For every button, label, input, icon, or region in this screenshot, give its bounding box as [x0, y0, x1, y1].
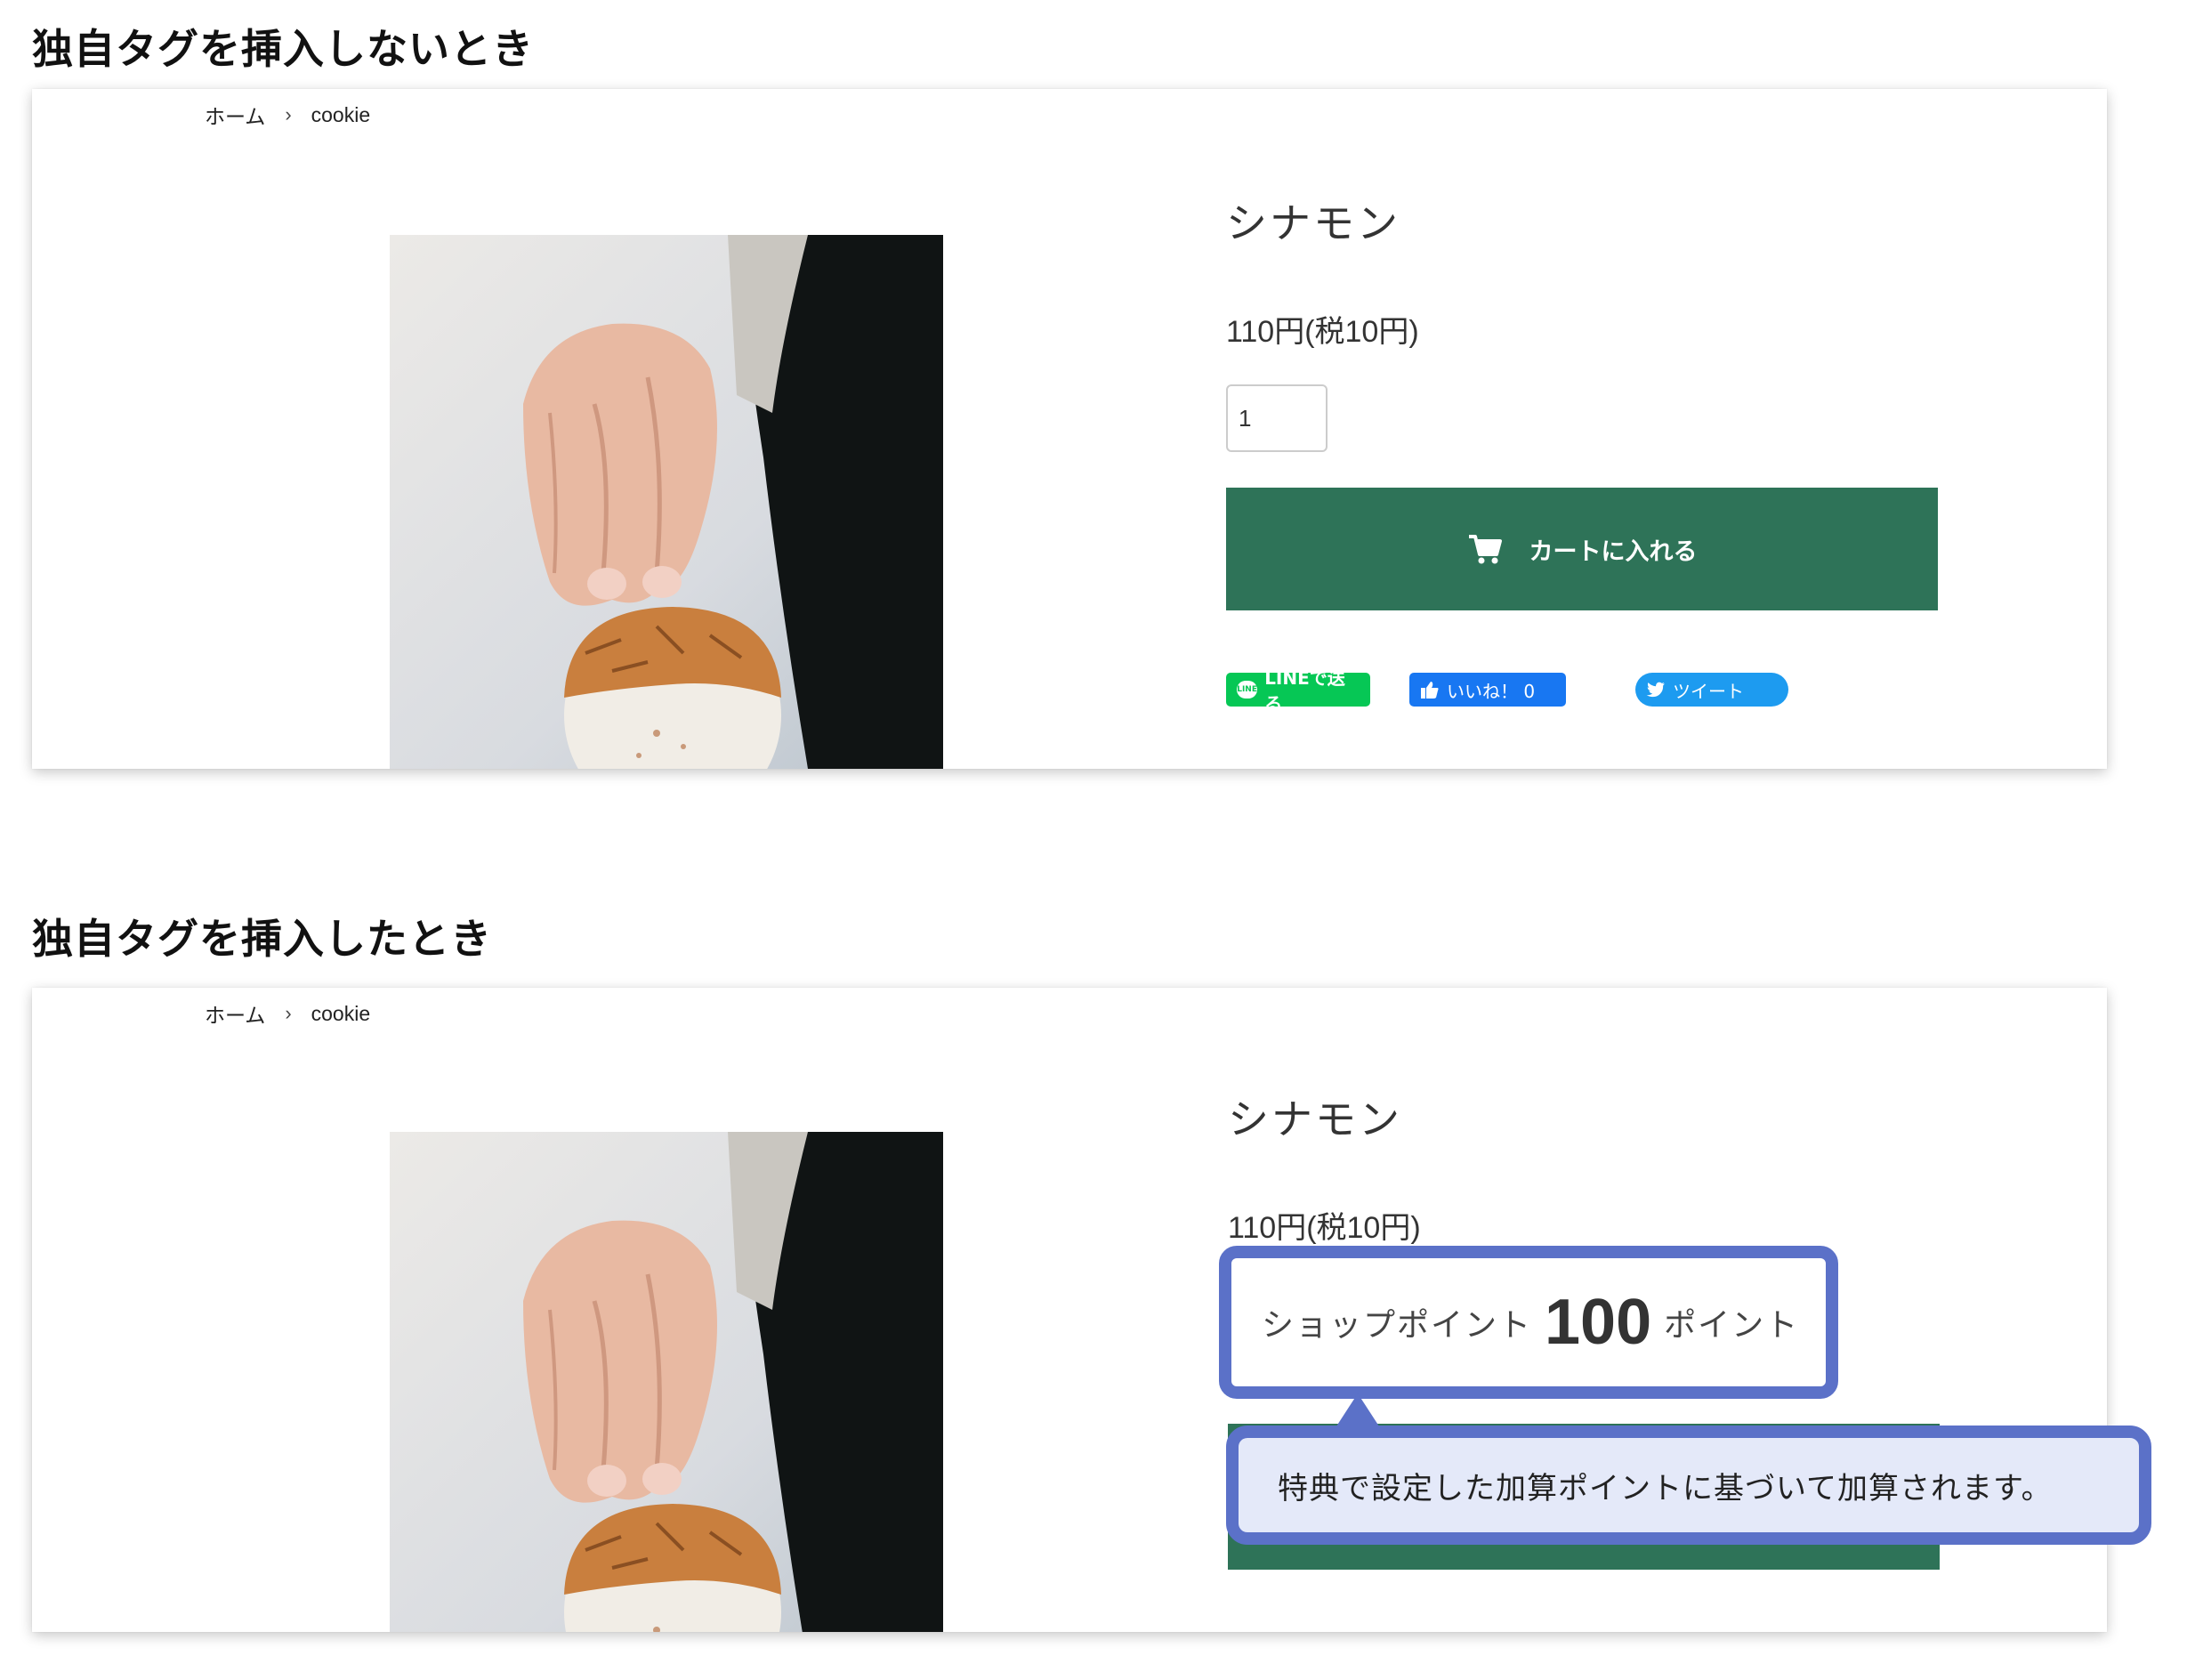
breadcrumb: ホーム › cookie [205, 100, 370, 130]
product-image [390, 235, 943, 769]
add-to-cart-button[interactable]: カートに入れる [1226, 488, 1938, 610]
tweet-label: ツイート [1673, 680, 1744, 702]
shop-point-unit: ポイント [1664, 1307, 1800, 1344]
quantity-input[interactable] [1226, 384, 1328, 452]
section-title-without-tag: 独自タグを挿入しないとき [32, 25, 534, 73]
product-image [390, 1132, 943, 1632]
product-name: シナモン [1228, 1095, 1402, 1143]
tweet-button[interactable]: ツイート [1635, 673, 1788, 707]
cart-icon [1468, 535, 1502, 564]
shop-point-value: 100 [1545, 1287, 1652, 1358]
like-label: いいね！ 0 [1447, 680, 1536, 702]
product-price: 110円(税10円) [1228, 1211, 1421, 1245]
product-price: 110円(税10円) [1226, 315, 1419, 349]
product-page-without-tag: ホーム › cookie シナモン 110円(税10円) 1 カートに入れる L… [32, 89, 2107, 769]
facebook-like-button[interactable]: いいね！ 0 [1409, 673, 1566, 707]
explanation-callout: 特典で設定した加算ポイントに基づいて加算されます。 [1226, 1426, 2151, 1545]
product-name: シナモン [1226, 199, 1400, 247]
shop-point-label: ショップポイント [1262, 1307, 1533, 1344]
explanation-text: 特典で設定した加算ポイントに基づいて加算されます。 [1278, 1470, 2053, 1506]
breadcrumb-home-link[interactable]: ホーム [205, 998, 265, 1029]
thumbs-up-icon [1421, 682, 1439, 699]
cart-button-label: カートに入れる [1529, 537, 1698, 566]
callout-pointer [1335, 1393, 1381, 1429]
shop-point-display: ショップポイント 100 ポイント [1219, 1246, 1838, 1399]
breadcrumb-current: cookie [311, 102, 371, 126]
line-share-button[interactable]: LINE LINEで送る [1226, 667, 1370, 715]
section-title-with-tag: 独自タグを挿入したとき [32, 915, 492, 963]
twitter-bird-icon [1646, 682, 1665, 698]
line-share-label: LINEで送る [1264, 667, 1345, 715]
breadcrumb: ホーム › cookie [205, 998, 370, 1029]
line-icon: LINE [1237, 681, 1258, 699]
breadcrumb-home-link[interactable]: ホーム [205, 100, 265, 130]
chevron-right-icon: › [285, 1002, 292, 1024]
chevron-right-icon: › [285, 103, 292, 125]
breadcrumb-current: cookie [311, 1001, 371, 1025]
